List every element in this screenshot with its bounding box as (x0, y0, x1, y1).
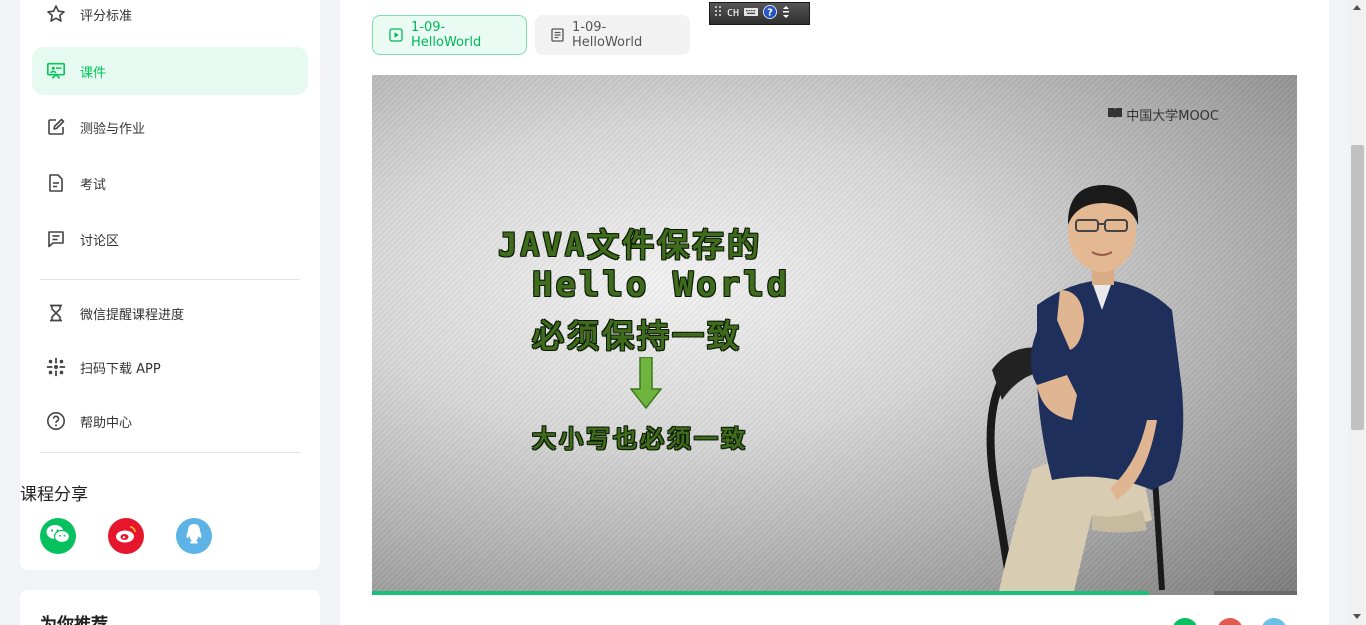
divider (40, 452, 300, 453)
page-scrollbar[interactable] (1349, 0, 1366, 625)
svg-text:?: ? (767, 8, 773, 19)
tab-label: 1-09-HelloWorld (572, 20, 643, 50)
tab-video-unit[interactable]: 1-09-HelloWorld (372, 15, 527, 55)
video-player[interactable]: 中国大学MOOC JAVA文件保存的 Hello World 必须保持一致 大小… (372, 75, 1297, 595)
edit-icon (46, 117, 66, 137)
comment-icon (46, 229, 66, 249)
qr-code-icon (46, 357, 66, 377)
sidebar-item-wechat-reminder[interactable]: 微信提醒课程进度 (32, 289, 308, 337)
tab-document-unit[interactable]: 1-09-HelloWorld (535, 15, 690, 55)
wechat-icon (45, 523, 71, 549)
sidebar-item-exam[interactable]: 考试 (32, 159, 308, 207)
progress-buffer (1149, 591, 1214, 595)
scroll-up-arrow-icon[interactable] (1353, 5, 1361, 10)
slide-line-4: 大小写也必须一致 (532, 425, 748, 453)
help-icon (46, 411, 66, 431)
presentation-icon (46, 61, 66, 81)
doc-icon (551, 28, 564, 42)
help-icon[interactable]: ? (763, 5, 777, 22)
presenter-image (942, 170, 1242, 595)
sidebar-item-download-app[interactable]: 扫码下载 APP (32, 343, 308, 391)
sidebar-item-label: 测验与作业 (80, 121, 146, 137)
slide-line-2: Hello World (532, 265, 791, 305)
keyboard-icon[interactable] (744, 7, 758, 20)
share-wechat-button[interactable] (40, 518, 76, 554)
divider (40, 279, 300, 280)
ime-toolbar[interactable]: CH ? (709, 2, 810, 25)
sidebar-item-quiz[interactable]: 测验与作业 (32, 103, 308, 151)
share-weibo-button[interactable] (108, 518, 144, 554)
slide-line-1: JAVA文件保存的 (498, 226, 763, 264)
grip-icon (714, 5, 722, 22)
down-arrow-icon (629, 356, 663, 413)
sidebar-item-label: 考试 (80, 177, 107, 193)
ime-mode[interactable]: CH (727, 8, 739, 19)
sidebar-item-label: 帮助中心 (80, 415, 133, 431)
player-share-qq[interactable] (1261, 618, 1287, 625)
qq-icon (184, 522, 204, 550)
recommend-card: 为你推荐 (20, 590, 320, 625)
star-icon (46, 4, 66, 24)
page: 评分标准 课件 测验与作业 考试 讨论区 微信提醒课程进度 扫码下载 APP 帮… (0, 0, 1366, 625)
ime-options-icon[interactable] (782, 4, 790, 23)
hourglass-icon (46, 303, 66, 323)
scroll-down-arrow-icon[interactable] (1353, 614, 1361, 619)
sidebar-item-label: 讨论区 (80, 233, 120, 249)
sidebar-item-label: 评分标准 (80, 8, 133, 24)
sidebar-item-label: 扫码下载 APP (80, 361, 161, 377)
share-title: 课程分享 (20, 485, 88, 505)
video-progress-bar[interactable] (372, 591, 1297, 595)
player-share-weibo[interactable] (1217, 618, 1243, 625)
scroll-thumb[interactable] (1351, 145, 1364, 430)
video-icon (389, 28, 403, 42)
document-icon (46, 173, 66, 193)
progress-fill (372, 591, 1149, 595)
sidebar-item-label: 微信提醒课程进度 (80, 307, 185, 323)
sidebar-item-courseware[interactable]: 课件 (32, 47, 308, 95)
tab-label: 1-09-HelloWorld (411, 20, 482, 50)
recommend-title: 为你推荐 (40, 615, 108, 625)
watermark-text: 中国大学MOOC (1126, 109, 1219, 124)
sidebar-item-grading[interactable]: 评分标准 (32, 0, 308, 38)
sidebar-item-label: 课件 (80, 65, 107, 81)
sidebar-item-discussion[interactable]: 讨论区 (32, 215, 308, 263)
main-content: 1-09-HelloWorld 1-09-HelloWorld CH ? 中国大… (340, 0, 1329, 625)
share-qq-button[interactable] (176, 518, 212, 554)
video-watermark: 中国大学MOOC (1107, 105, 1219, 124)
weibo-icon (114, 524, 138, 548)
sidebar-item-help[interactable]: 帮助中心 (32, 397, 308, 445)
slide-line-3: 必须保持一致 (532, 317, 743, 355)
mooc-logo-icon (1107, 107, 1123, 123)
player-share-wechat[interactable] (1172, 618, 1198, 625)
